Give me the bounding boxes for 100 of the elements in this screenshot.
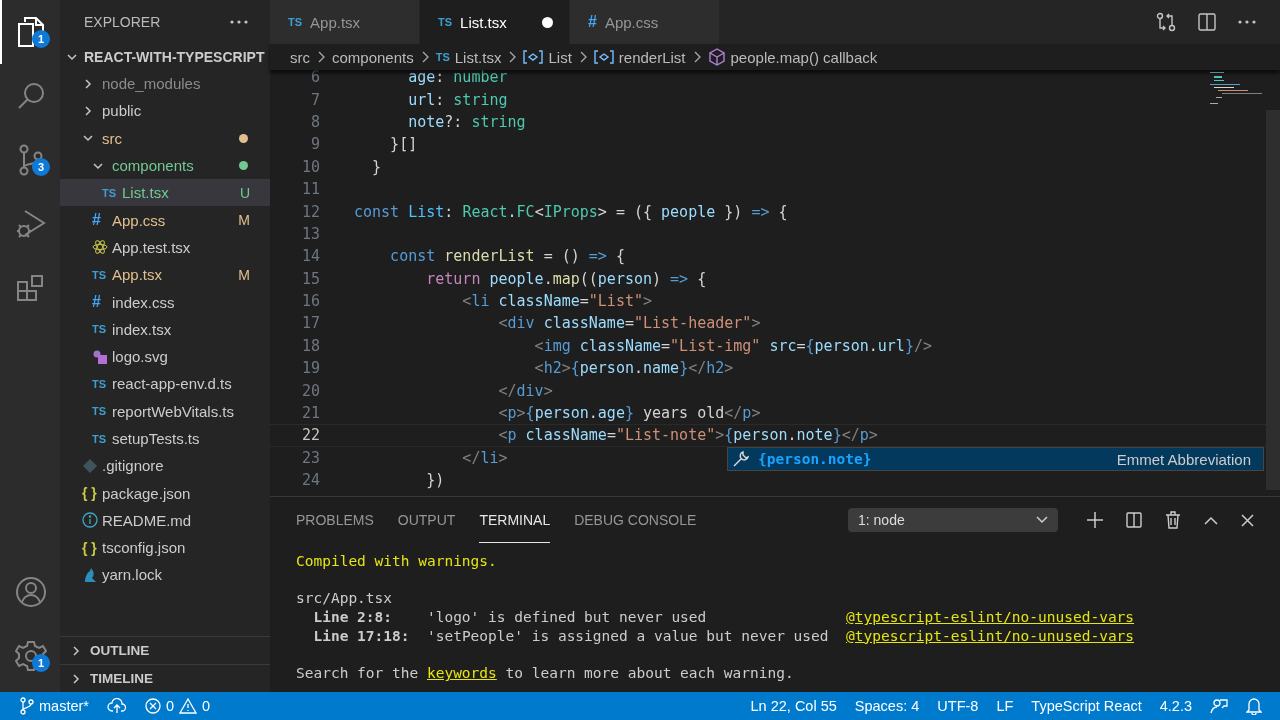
- file-type-icon: #: [92, 293, 101, 311]
- git-status-letter: M: [238, 212, 250, 229]
- problems-indicator[interactable]: 0 0: [144, 698, 211, 714]
- status-item[interactable]: TypeScript React: [1031, 698, 1142, 714]
- variable-icon: [523, 50, 544, 64]
- status-item[interactable]: Ln 22, Col 55: [750, 698, 837, 714]
- git-status-letter: M: [238, 266, 250, 283]
- tree-item[interactable]: TS reportWebVitals.ts: [60, 397, 270, 425]
- split-terminal-icon[interactable]: [1126, 512, 1142, 528]
- file-name: package.json: [102, 484, 191, 502]
- panel-tab[interactable]: PROBLEMS: [296, 497, 374, 543]
- tree-item[interactable]: # App.css M: [60, 206, 270, 234]
- cat-icon: [82, 567, 98, 583]
- file-name: public: [102, 102, 142, 120]
- code-line: <div className="List-header">: [497, 314, 761, 333]
- tree-item[interactable]: public: [60, 97, 270, 125]
- tree-item[interactable]: node_modules: [60, 70, 270, 98]
- tree-item[interactable]: README.md: [60, 506, 270, 535]
- file-type-icon: { }: [82, 485, 97, 502]
- breadcrumb-item[interactable]: TS List.tsx: [435, 48, 502, 66]
- line-number: 21: [300, 404, 320, 423]
- line-number: 6: [309, 70, 320, 87]
- cube-icon: [707, 48, 726, 66]
- breadcrumb-item[interactable]: renderList: [593, 48, 686, 66]
- tree-item[interactable]: TS setupTests.ts: [60, 424, 270, 453]
- breadcrumb-item[interactable]: List: [523, 48, 572, 66]
- terminal-line: Line 17:18: 'setPeople' is assigned a value but never used @typescript-eslint/no-unused-vars: [312, 627, 1135, 644]
- code-line: }): [425, 471, 445, 490]
- chevron-up-icon[interactable]: [1204, 515, 1218, 525]
- code-line: <h2>{person.name}</h2>: [533, 359, 734, 378]
- tree-item[interactable]: TS index.tsx: [60, 315, 270, 343]
- file-type-icon: #: [588, 13, 597, 31]
- line-number: 8: [309, 112, 320, 131]
- tree-item[interactable]: src: [60, 124, 270, 152]
- line-number: 14: [300, 247, 320, 266]
- chevron-icon: [70, 644, 82, 657]
- line-number: 13: [300, 224, 320, 243]
- file-name: src: [102, 129, 122, 147]
- tree-item[interactable]: yarn.lock: [60, 561, 270, 589]
- project-header[interactable]: REACT-WITH-TYPESCRIPT: [60, 44, 270, 70]
- editor-tab[interactable]: # App.css: [570, 0, 720, 44]
- tree-item[interactable]: # index.css: [60, 288, 270, 316]
- tree-item[interactable]: TS List.tsx U: [60, 179, 270, 207]
- editor-tab[interactable]: TS App.tsx: [270, 0, 420, 44]
- git-status-letter: U: [239, 184, 250, 201]
- feedback-icon[interactable]: [1210, 697, 1228, 715]
- breadcrumb-item[interactable]: src: [290, 48, 310, 66]
- chevron-icon: [507, 51, 518, 63]
- tree-item[interactable]: { } package.json: [60, 479, 270, 507]
- file-name: reportWebVitals.ts: [112, 402, 234, 420]
- panel-tab[interactable]: DEBUG CONSOLE: [574, 497, 697, 543]
- code-line: }[]: [389, 135, 418, 154]
- file-name: index.tsx: [112, 320, 172, 338]
- tree-item[interactable]: App.test.tsx: [60, 233, 270, 262]
- close-icon[interactable]: [1241, 513, 1254, 527]
- panel-tab[interactable]: TERMINAL: [479, 497, 551, 543]
- file-name: react-app-env.d.ts: [112, 375, 232, 393]
- terminal-line: Line 2:8: 'logo' is defined but never used @typescript-eslint/no-unused-vars: [312, 609, 1135, 626]
- file-name: List.tsx: [122, 184, 169, 202]
- activity-bar-item[interactable]: 1: [0, 624, 60, 688]
- status-dot: [239, 133, 248, 143]
- status-item[interactable]: 4.2.3: [1159, 698, 1192, 714]
- info-icon: [82, 512, 98, 529]
- tree-item[interactable]: { } tsconfig.json: [60, 534, 270, 562]
- more-icon[interactable]: [1238, 20, 1256, 24]
- branch-indicator[interactable]: master*: [20, 697, 89, 715]
- status-item[interactable]: LF: [996, 698, 1014, 714]
- settings-icon: [15, 640, 47, 672]
- tree-item[interactable]: TS react-app-env.d.ts: [60, 370, 270, 398]
- breadcrumb-item[interactable]: people.map() callback: [707, 48, 878, 66]
- compare-icon[interactable]: [1156, 12, 1176, 32]
- status-item[interactable]: Spaces: 4: [854, 698, 920, 714]
- notification-badge: 3: [32, 158, 50, 176]
- file-name: index.css: [112, 293, 175, 311]
- plus-icon[interactable]: [1087, 512, 1103, 528]
- terminal-link[interactable]: @typescript-eslint/no-unused-vars: [846, 609, 1135, 626]
- file-name: App.css: [112, 211, 166, 229]
- tree-item[interactable]: components: [60, 151, 270, 180]
- editor-tab[interactable]: TS List.tsx: [420, 0, 570, 44]
- split-editor-icon[interactable]: [1198, 13, 1216, 31]
- more-icon[interactable]: [230, 20, 248, 24]
- activity-bar-item[interactable]: 3: [0, 128, 60, 192]
- line-number: 17: [300, 314, 320, 333]
- panel-tab[interactable]: OUTPUT: [397, 497, 456, 543]
- tree-item[interactable]: TS App.tsx M: [60, 261, 270, 289]
- breadcrumb-item[interactable]: components: [332, 48, 414, 66]
- terminal-link[interactable]: @typescript-eslint/no-unused-vars: [846, 627, 1135, 644]
- terminal-dropdown[interactable]: 1: node: [848, 508, 1058, 532]
- trash-icon[interactable]: [1165, 511, 1181, 529]
- suggestion-item[interactable]: {person.note} Emmet Abbreviation: [728, 448, 1263, 470]
- terminal-link[interactable]: keywords: [426, 665, 497, 682]
- file-name: App.test.tsx: [112, 238, 191, 256]
- bell-icon[interactable]: [1246, 697, 1262, 715]
- atom-icon: [92, 239, 108, 256]
- tree-item[interactable]: logo.svg: [60, 342, 270, 371]
- tree-item[interactable]: .gitignore: [60, 452, 270, 480]
- cloud-upload-icon[interactable]: [106, 698, 127, 714]
- code-line: }: [371, 157, 382, 176]
- status-item[interactable]: UTF-8: [937, 698, 979, 714]
- section-header[interactable]: OUTLINE: [60, 636, 270, 664]
